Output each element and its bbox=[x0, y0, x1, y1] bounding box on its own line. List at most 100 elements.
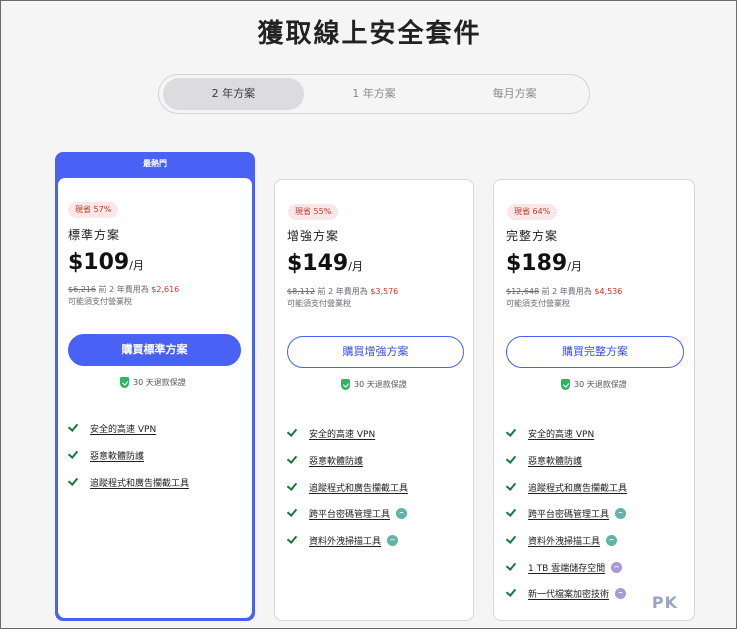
buy-plus-button[interactable]: 購買增強方案 bbox=[287, 336, 464, 368]
plan-card-complete: 現省 64% 完整方案 $189/月 $12,648 前 2 年費用為 $4,5… bbox=[493, 179, 695, 621]
check-icon bbox=[286, 480, 298, 491]
feature-label[interactable]: 追蹤程式和廣告攔截工具 bbox=[528, 481, 627, 494]
check-icon bbox=[505, 426, 517, 437]
feature-label[interactable]: 資料外洩掃描工具 bbox=[528, 534, 600, 547]
plan-card-standard: 最熱門 現省 57% 標準方案 $109/月 $6,216 前 2 年費用為 $… bbox=[55, 152, 255, 621]
check-icon bbox=[286, 453, 298, 464]
renewal-text: 前 2 年費用為 bbox=[539, 287, 595, 296]
renewal-text: 前 2 年費用為 bbox=[315, 287, 371, 296]
feature-item: 1 TB 雲端儲存空間 bbox=[505, 560, 623, 574]
feature-label[interactable]: 1 TB 雲端儲存空間 bbox=[528, 561, 605, 574]
feature-label[interactable]: 惡意軟體防護 bbox=[309, 454, 363, 467]
billing-period-toggle: 2 年方案 1 年方案 每月方案 bbox=[158, 74, 590, 114]
feature-item: 惡意軟體防護 bbox=[505, 453, 582, 467]
original-price: $8,112 bbox=[287, 287, 315, 296]
most-popular-banner: 最熱門 bbox=[143, 159, 167, 168]
shield-icon bbox=[561, 379, 570, 390]
guarantee-label: 30 天退款保證 bbox=[133, 378, 186, 387]
price: $109/月 bbox=[68, 250, 144, 275]
feature-label[interactable]: 惡意軟體防護 bbox=[90, 449, 144, 462]
shield-icon bbox=[120, 377, 129, 388]
price-amount: $109 bbox=[68, 250, 130, 275]
feature-label[interactable]: 跨平台密碼管理工具 bbox=[528, 507, 609, 520]
discount-badge: 現省 57% bbox=[68, 202, 119, 218]
renewal-price: $8,112 前 2 年費用為 $3,576 bbox=[287, 286, 398, 297]
feature-label[interactable]: 安全的高速 VPN bbox=[309, 427, 375, 440]
tax-note: 可能須支付營業稅 bbox=[68, 297, 132, 306]
tax-note: 可能須支付營業稅 bbox=[506, 299, 570, 308]
check-icon bbox=[505, 506, 517, 517]
password-manager-icon bbox=[615, 508, 627, 519]
tab-monthly[interactable]: 每月方案 bbox=[444, 78, 585, 110]
tax-note: 可能須支付營業稅 bbox=[287, 299, 351, 308]
plan-name: 增強方案 bbox=[287, 229, 340, 243]
feature-item: 追蹤程式和廣告攔截工具 bbox=[505, 480, 627, 494]
feature-label[interactable]: 安全的高速 VPN bbox=[528, 427, 594, 440]
feature-label[interactable]: 資料外洩掃描工具 bbox=[309, 534, 381, 547]
feature-item: 安全的高速 VPN bbox=[505, 426, 594, 440]
feature-label[interactable]: 跨平台密碼管理工具 bbox=[309, 507, 390, 520]
feature-label[interactable]: 新一代檔案加密技術 bbox=[528, 587, 609, 600]
feature-item: 安全的高速 VPN bbox=[67, 421, 156, 435]
check-icon bbox=[286, 506, 298, 517]
discounted-total: $4,536 bbox=[594, 287, 623, 296]
feature-item: 跨平台密碼管理工具 bbox=[505, 506, 627, 520]
guarantee-label: 30 天退款保證 bbox=[574, 380, 627, 389]
feature-item: 資料外洩掃描工具 bbox=[505, 533, 618, 547]
shield-icon bbox=[341, 379, 350, 390]
discounted-total: $2,616 bbox=[151, 285, 180, 294]
feature-item: 惡意軟體防護 bbox=[286, 453, 363, 467]
page-title: 獲取線上安全套件 bbox=[257, 19, 482, 49]
check-icon bbox=[505, 533, 517, 544]
feature-item: 追蹤程式和廣告攔截工具 bbox=[286, 480, 408, 494]
watermark-logo: PK bbox=[651, 593, 678, 612]
password-manager-icon bbox=[396, 508, 408, 519]
money-back-guarantee: 30 天退款保證 bbox=[341, 379, 407, 390]
breach-scanner-icon bbox=[387, 535, 399, 546]
file-encryption-icon bbox=[615, 588, 627, 599]
feature-item: 新一代檔案加密技術 bbox=[505, 586, 627, 600]
renewal-price: $6,216 前 2 年費用為 $2,616 bbox=[68, 284, 179, 295]
original-price: $6,216 bbox=[68, 285, 96, 294]
plan-name: 標準方案 bbox=[68, 228, 121, 242]
cloud-storage-icon bbox=[611, 562, 623, 573]
feature-label[interactable]: 惡意軟體防護 bbox=[528, 454, 582, 467]
discount-badge: 現省 55% bbox=[288, 204, 339, 220]
tab-1-year[interactable]: 1 年方案 bbox=[304, 78, 445, 110]
feature-item: 惡意軟體防護 bbox=[67, 448, 144, 462]
price-unit: /月 bbox=[567, 260, 582, 273]
feature-label[interactable]: 追蹤程式和廣告攔截工具 bbox=[309, 481, 408, 494]
price: $149/月 bbox=[287, 251, 363, 276]
renewal-text: 前 2 年費用為 bbox=[96, 285, 152, 294]
check-icon bbox=[67, 475, 79, 486]
feature-item: 資料外洩掃描工具 bbox=[286, 533, 399, 547]
plan-card-plus: 現省 55% 增強方案 $149/月 $8,112 前 2 年費用為 $3,57… bbox=[274, 179, 474, 621]
plan-card-body: 現省 57% 標準方案 $109/月 $6,216 前 2 年費用為 $2,61… bbox=[58, 178, 252, 618]
money-back-guarantee: 30 天退款保證 bbox=[561, 379, 627, 390]
feature-label[interactable]: 追蹤程式和廣告攔截工具 bbox=[90, 476, 189, 489]
price: $189/月 bbox=[506, 251, 582, 276]
check-icon bbox=[67, 421, 79, 432]
feature-item: 安全的高速 VPN bbox=[286, 426, 375, 440]
feature-item: 跨平台密碼管理工具 bbox=[286, 506, 408, 520]
price-unit: /月 bbox=[129, 259, 144, 272]
price-amount: $189 bbox=[506, 251, 568, 276]
plan-name: 完整方案 bbox=[506, 229, 559, 243]
check-icon bbox=[505, 586, 517, 597]
feature-label[interactable]: 安全的高速 VPN bbox=[90, 422, 156, 435]
renewal-price: $12,648 前 2 年費用為 $4,536 bbox=[506, 286, 622, 297]
feature-item: 追蹤程式和廣告攔截工具 bbox=[67, 475, 189, 489]
check-icon bbox=[286, 426, 298, 437]
discounted-total: $3,576 bbox=[370, 287, 399, 296]
check-icon bbox=[505, 560, 517, 571]
price-amount: $149 bbox=[287, 251, 349, 276]
breach-scanner-icon bbox=[606, 535, 618, 546]
tab-2-year[interactable]: 2 年方案 bbox=[163, 78, 304, 110]
price-unit: /月 bbox=[348, 260, 363, 273]
guarantee-label: 30 天退款保證 bbox=[354, 380, 407, 389]
buy-complete-button[interactable]: 購買完整方案 bbox=[506, 336, 684, 368]
check-icon bbox=[286, 533, 298, 544]
check-icon bbox=[505, 453, 517, 464]
original-price: $12,648 bbox=[506, 287, 540, 296]
buy-standard-button[interactable]: 購買標準方案 bbox=[68, 334, 241, 366]
